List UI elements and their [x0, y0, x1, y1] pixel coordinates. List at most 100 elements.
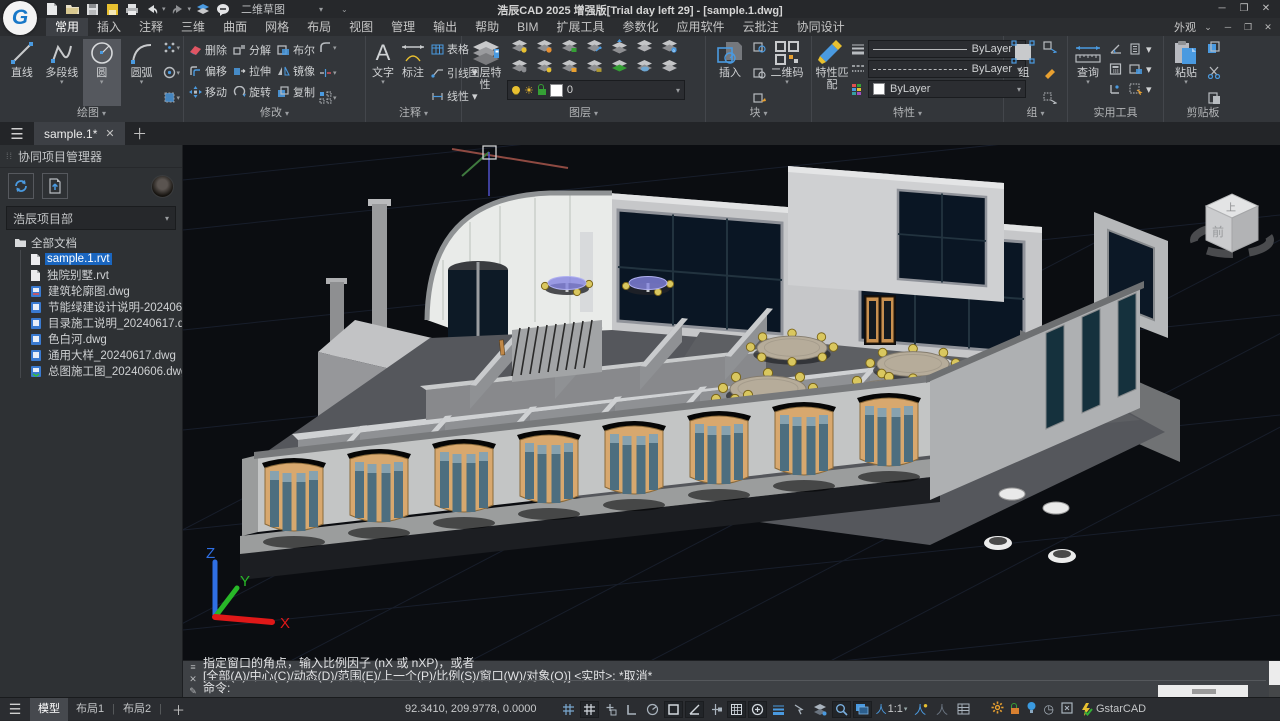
linetype-icon[interactable]: [851, 63, 865, 75]
lineweight-icon[interactable]: [851, 43, 865, 55]
menu-hamburger-icon[interactable]: ☰: [0, 122, 34, 145]
project-select[interactable]: 浩辰项目部 ▾: [6, 206, 176, 230]
offset-tool[interactable]: 偏移: [187, 60, 229, 81]
tab-express[interactable]: 扩展工具: [548, 18, 614, 36]
layer-unlock-tool[interactable]: [561, 59, 578, 79]
drag-handle-icon[interactable]: ⁞⁞: [6, 151, 13, 161]
circle-tool[interactable]: 圆 ▾: [83, 39, 121, 106]
layer-dropdown[interactable]: ☀ 0 ▾: [507, 80, 685, 100]
status-menu-icon[interactable]: ☰: [0, 701, 30, 718]
color-palette-icon[interactable]: [851, 83, 865, 95]
qr-code-tool[interactable]: 二维码 ▾: [769, 39, 805, 106]
file-row[interactable]: 总图施工图_20240606.dwg: [0, 363, 182, 379]
linetype-select[interactable]: ByLayer▾: [868, 60, 1026, 78]
user-avatar[interactable]: [151, 175, 174, 198]
hatch-tool[interactable]: ▾: [163, 91, 181, 104]
import-file-button[interactable]: [42, 173, 68, 199]
layer-match-tool[interactable]: [636, 39, 653, 59]
point-tool[interactable]: ▾: [163, 41, 181, 54]
command-menu-icon[interactable]: ≡: [190, 662, 195, 672]
drawing-viewport[interactable]: 上 前 Z Y X: [183, 145, 1280, 660]
panel-utilities-label[interactable]: 实用工具: [1068, 106, 1163, 122]
sync-button[interactable]: [8, 173, 34, 199]
copy-tool[interactable]: 复制: [275, 81, 317, 102]
redo-dropdown-icon[interactable]: ▾: [188, 5, 192, 13]
paste-tool[interactable]: 粘贴 ▾: [1167, 39, 1205, 106]
tree-root[interactable]: 全部文档: [0, 234, 182, 251]
panel-clipboard-label[interactable]: 剪贴板: [1164, 106, 1242, 122]
tab-mesh[interactable]: 网格: [256, 18, 298, 36]
tab-view[interactable]: 视图: [340, 18, 382, 36]
viewcube-top-label[interactable]: 上: [1226, 202, 1236, 214]
fillet-tool[interactable]: ▾: [319, 41, 337, 54]
text-tool[interactable]: A 文字 ▾: [369, 39, 397, 106]
tab-close-icon[interactable]: ✕: [105, 127, 114, 140]
comment-icon[interactable]: [215, 1, 231, 17]
tab-cloud-markup[interactable]: 云批注: [734, 18, 788, 36]
tab-help[interactable]: 帮助: [466, 18, 508, 36]
stretch-tool[interactable]: 拉伸: [231, 60, 273, 81]
polyline-tool[interactable]: 多段线 ▾: [43, 39, 81, 106]
paste-special-tool[interactable]: [1207, 91, 1221, 104]
settings-gear-icon[interactable]: [991, 701, 1004, 717]
line-tool[interactable]: 直线: [3, 39, 41, 106]
file-row[interactable]: 色白河.dwg: [0, 331, 182, 347]
save-as-icon[interactable]: [104, 1, 120, 17]
command-vscrollbar[interactable]: [1269, 661, 1280, 685]
workspace-select[interactable]: 二维草图: [241, 1, 285, 17]
color-select[interactable]: ByLayer▾: [868, 80, 1026, 98]
panel-header[interactable]: ⁞⁞ 协同项目管理器: [0, 145, 182, 168]
erase-tool[interactable]: 删除: [187, 39, 229, 60]
file-row[interactable]: 通用大样_20240617.dwg: [0, 347, 182, 363]
zoom-icon[interactable]: [832, 701, 851, 718]
tab-surface[interactable]: 曲面: [214, 18, 256, 36]
panel-modify-label[interactable]: 修改 ▾: [184, 106, 365, 122]
doc-close-button[interactable]: ✕: [1260, 20, 1276, 34]
grid-icon[interactable]: [559, 701, 578, 718]
new-tab-icon[interactable]: ＋: [125, 122, 155, 145]
dynamic-input-icon[interactable]: [748, 701, 767, 718]
layout1-tab[interactable]: 布局1: [68, 698, 112, 721]
undo-dropdown-icon[interactable]: ▾: [162, 5, 166, 13]
undo-icon[interactable]: [144, 1, 160, 17]
layer-make-current-tool[interactable]: [611, 39, 628, 59]
performance-monitor-icon[interactable]: ◷: [1044, 702, 1054, 716]
panel-properties-label[interactable]: 特性 ▾: [812, 106, 1003, 122]
layer-states-icon[interactable]: [195, 1, 211, 17]
snap-grid-icon[interactable]: [580, 701, 599, 718]
tab-parametric[interactable]: 参数化: [614, 18, 668, 36]
workspace-switch-icon[interactable]: [853, 701, 872, 718]
file-row[interactable]: 目录施工说明_20240617.dwg: [0, 315, 182, 331]
command-hscrollbar[interactable]: [1158, 685, 1248, 697]
brand-badge[interactable]: GstarCAD: [1080, 703, 1146, 716]
panel-group-label[interactable]: 组 ▾: [1004, 106, 1067, 122]
tab-apps[interactable]: 应用软件: [668, 18, 734, 36]
layout2-tab[interactable]: 布局2: [115, 698, 159, 721]
lock-ui-icon[interactable]: [1011, 708, 1019, 714]
tab-layout[interactable]: 布局: [298, 18, 340, 36]
viewcube-front-label[interactable]: 前: [1212, 224, 1224, 239]
transparency-icon[interactable]: [727, 701, 746, 718]
save-icon[interactable]: [84, 1, 100, 17]
layer-lock-tool[interactable]: [561, 39, 578, 59]
mirror-tool[interactable]: 镜像: [275, 60, 317, 81]
explode-tool[interactable]: 分解: [231, 39, 273, 60]
group-tool[interactable]: 组: [1007, 39, 1041, 106]
layer-unlock-icon[interactable]: [538, 89, 546, 95]
list-tool[interactable]: ▾: [1127, 39, 1154, 59]
command-close-icon[interactable]: ✕: [189, 674, 197, 685]
file-row[interactable]: sample.1.rvt: [0, 251, 182, 267]
insert-block-tool[interactable]: 插入: [709, 39, 751, 106]
layer-properties-tool[interactable]: 图层特性: [465, 39, 505, 106]
layer-bulb-icon[interactable]: [512, 86, 520, 94]
panel-layers-label[interactable]: 图层 ▾: [462, 106, 705, 122]
block-edit-tool[interactable]: [753, 41, 767, 53]
lineweight-select[interactable]: ByLayer▾: [868, 40, 1026, 58]
new-file-icon[interactable]: [44, 1, 60, 17]
donut-tool[interactable]: ▾: [163, 66, 181, 79]
ortho-icon[interactable]: [622, 701, 641, 718]
break-tool[interactable]: ▾: [319, 66, 337, 79]
otrack-icon[interactable]: [706, 701, 725, 718]
file-row[interactable]: 独院别墅.rvt: [0, 267, 182, 283]
isolate-layers-icon[interactable]: [811, 701, 830, 718]
